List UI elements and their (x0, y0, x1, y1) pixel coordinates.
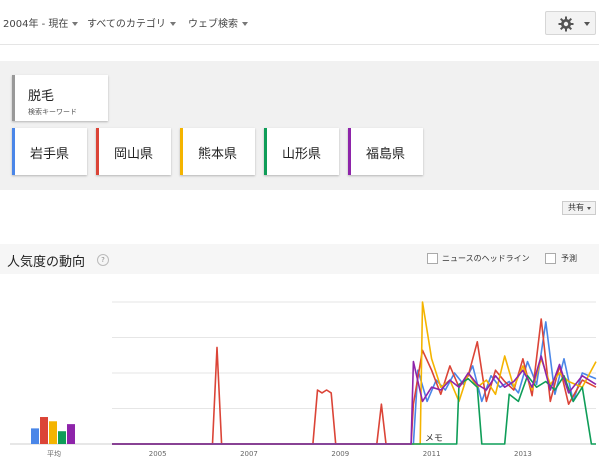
share-label: 共有 (568, 203, 584, 212)
average-bar (49, 421, 57, 444)
share-button[interactable]: 共有 (562, 201, 596, 215)
compare-term-card[interactable]: 福島県 (348, 128, 423, 175)
help-icon[interactable]: ? (97, 254, 109, 266)
category-filter[interactable]: すべてのカテゴリ (87, 15, 176, 30)
chevron-down-icon (587, 207, 591, 210)
x-tick-label: 2007 (240, 450, 258, 458)
interest-chart: 平均 2005 2007 2009 2011 2013 メモ (10, 301, 597, 458)
settings-button[interactable] (545, 11, 596, 35)
x-tick-label: 2013 (514, 450, 532, 458)
compare-term-label: 熊本県 (198, 147, 238, 162)
forecast-checkbox[interactable] (545, 253, 556, 264)
series-line (112, 321, 597, 445)
compare-term-label: 福島県 (366, 147, 406, 162)
chevron-down-icon (72, 22, 79, 26)
headlines-label: ニュースのヘッドライン (442, 254, 530, 263)
compare-term-label: 岩手県 (30, 147, 70, 162)
chevron-down-icon (169, 22, 176, 26)
compare-term-card[interactable]: 岡山県 (96, 128, 171, 175)
time-range-filter[interactable]: 2004年 - 現在 (3, 15, 79, 30)
search-terms-bar: 脱毛 検索キーワード 岩手県 岡山県 熊本県 山形県 福島県 (0, 61, 599, 190)
main-term-label: 脱毛 (28, 89, 55, 104)
chevron-down-icon (242, 22, 248, 26)
x-tick-label: 2011 (423, 450, 441, 458)
compare-term-label: 山形県 (282, 147, 322, 162)
average-label: 平均 (47, 449, 61, 458)
compare-term-label: 岡山県 (114, 147, 154, 162)
average-bar (40, 417, 48, 444)
compare-term-card[interactable]: 山形県 (264, 128, 339, 175)
time-range-label: 2004年 - 現在 (3, 19, 69, 30)
gear-icon (558, 16, 574, 32)
note-label: メモ (425, 434, 443, 444)
top-toolbar: 2004年 - 現在 すべてのカテゴリ ウェブ検索 (0, 0, 599, 45)
main-term-card[interactable]: 脱毛 検索キーワード (12, 75, 108, 121)
interest-over-time-header: 人気度の動向 ? ニュースのヘッドライン 予測 (0, 244, 599, 274)
chevron-down-icon (584, 22, 590, 26)
headlines-checkbox[interactable] (427, 253, 438, 264)
compare-term-card[interactable]: 熊本県 (180, 128, 255, 175)
section-title: 人気度の動向 (7, 255, 86, 270)
x-tick-label: 2009 (331, 450, 349, 458)
series-line (112, 375, 596, 445)
main-term-sublabel: 検索キーワード (28, 108, 77, 116)
category-label: すべてのカテゴリ (87, 19, 166, 30)
search-type-label: ウェブ検索 (188, 19, 238, 30)
forecast-label: 予測 (561, 254, 577, 263)
average-bar (67, 424, 75, 444)
compare-term-card[interactable]: 岩手県 (12, 128, 87, 175)
x-tick-label: 2005 (149, 450, 167, 458)
search-type-filter[interactable]: ウェブ検索 (188, 15, 248, 30)
average-bar (31, 428, 39, 444)
average-bar (58, 431, 66, 444)
